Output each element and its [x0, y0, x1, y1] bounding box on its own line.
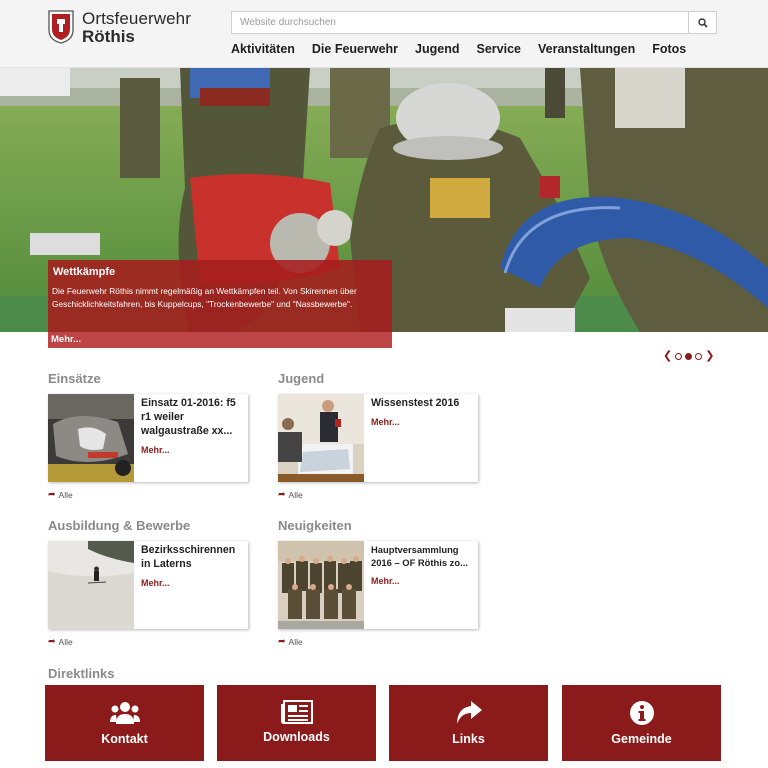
- newspaper-icon: [280, 700, 313, 724]
- all-link-label: Alle: [288, 636, 303, 647]
- section-title-jugend: Jugend: [278, 371, 325, 386]
- slider-dot-1[interactable]: [675, 353, 683, 360]
- logo-title: Ortsfeuerwehr: [82, 9, 192, 28]
- card-title[interactable]: Wissenstest 2016: [371, 396, 472, 410]
- card-neuigkeiten[interactable]: Hauptversammlung 2016 – OF Röthis zo... …: [278, 541, 478, 629]
- search-button[interactable]: [688, 12, 716, 33]
- nav-item-veranstaltungen[interactable]: Veranstaltungen: [538, 42, 635, 56]
- tile-label: Gemeinde: [611, 732, 672, 746]
- share-arrow-icon: [456, 701, 482, 724]
- share-arrow-icon: ➦: [278, 636, 286, 646]
- logo-subtitle: Röthis: [82, 27, 135, 46]
- all-link-label: Alle: [58, 636, 73, 647]
- section-title-einsaetze: Einsätze: [48, 371, 101, 386]
- search-box: [231, 11, 717, 34]
- card-title[interactable]: Bezirksschirennen in Laterns: [141, 543, 242, 571]
- site-header: Ortsfeuerwehr Röthis Aktivitäten Die Feu…: [0, 0, 768, 68]
- prev-slide-icon[interactable]: ❮: [663, 351, 672, 362]
- nav-item-service[interactable]: Service: [477, 42, 521, 56]
- card-image: [48, 394, 134, 482]
- coat-of-arms-icon: [48, 10, 74, 44]
- all-link-neuigkeiten[interactable]: ➦ Alle: [278, 636, 303, 647]
- all-link-label: Alle: [288, 489, 303, 500]
- slider-text: Die Feuerwehr Röthis nimmt regelmäßig an…: [52, 286, 357, 309]
- slider-dot-3[interactable]: [695, 353, 703, 360]
- card-image: [278, 394, 364, 482]
- card-more-link[interactable]: Mehr...: [371, 576, 472, 586]
- share-arrow-icon: ➦: [278, 489, 286, 499]
- nav-item-die-feuerwehr[interactable]: Die Feuerwehr: [312, 42, 398, 56]
- all-link-jugend[interactable]: ➦ Alle: [278, 489, 303, 500]
- next-slide-icon[interactable]: ❯: [705, 351, 714, 362]
- card-jugend[interactable]: Wissenstest 2016 Mehr...: [278, 394, 478, 482]
- site-logo[interactable]: Ortsfeuerwehr Röthis: [48, 10, 191, 45]
- all-link-ausbildung[interactable]: ➦ Alle: [48, 636, 73, 647]
- slider-dot-2[interactable]: [685, 353, 693, 360]
- users-icon: [109, 702, 140, 724]
- nav-item-aktivitaeten[interactable]: Aktivitäten: [231, 42, 295, 56]
- card-title[interactable]: Einsatz 01-2016: f5 r1 weiler walgaustra…: [141, 396, 242, 438]
- section-title-ausbildung: Ausbildung & Bewerbe: [48, 518, 191, 533]
- card-title[interactable]: Hauptversammlung 2016 – OF Röthis zo...: [371, 543, 472, 569]
- direktlink-downloads[interactable]: Downloads: [217, 685, 376, 761]
- all-link-einsaetze[interactable]: ➦ Alle: [48, 489, 73, 500]
- slider-more-link[interactable]: Mehr...: [48, 332, 392, 348]
- slider-caption: Wettkämpfe Die Feuerwehr Röthis nimmt re…: [48, 260, 392, 348]
- card-more-link[interactable]: Mehr...: [141, 578, 242, 588]
- tile-label: Links: [452, 732, 485, 746]
- search-input[interactable]: [232, 12, 688, 33]
- direktlink-kontakt[interactable]: Kontakt: [45, 685, 204, 761]
- card-einsaetze[interactable]: Einsatz 01-2016: f5 r1 weiler walgaustra…: [48, 394, 248, 482]
- slider-title: Wettkämpfe: [53, 266, 116, 278]
- card-more-link[interactable]: Mehr...: [141, 445, 242, 455]
- share-arrow-icon: ➦: [48, 636, 56, 646]
- main-nav: Aktivitäten Die Feuerwehr Jugend Service…: [231, 42, 686, 56]
- card-more-link[interactable]: Mehr...: [371, 417, 472, 427]
- tile-label: Kontakt: [101, 732, 148, 746]
- card-image: [278, 541, 364, 629]
- tile-label: Downloads: [263, 730, 330, 744]
- nav-item-jugend[interactable]: Jugend: [415, 42, 459, 56]
- card-image: [48, 541, 134, 629]
- direktlink-gemeinde[interactable]: Gemeinde: [562, 685, 721, 761]
- nav-item-fotos[interactable]: Fotos: [652, 42, 686, 56]
- share-arrow-icon: ➦: [48, 489, 56, 499]
- slider-controls: ❮ ❯: [663, 351, 714, 362]
- direktlink-links[interactable]: Links: [389, 685, 548, 761]
- search-icon: [697, 17, 708, 28]
- card-ausbildung[interactable]: Bezirksschirennen in Laterns Mehr...: [48, 541, 248, 629]
- info-icon: [629, 701, 654, 725]
- section-title-neuigkeiten: Neuigkeiten: [278, 518, 352, 533]
- direktlinks-title: Direktlinks: [48, 666, 115, 681]
- all-link-label: Alle: [58, 489, 73, 500]
